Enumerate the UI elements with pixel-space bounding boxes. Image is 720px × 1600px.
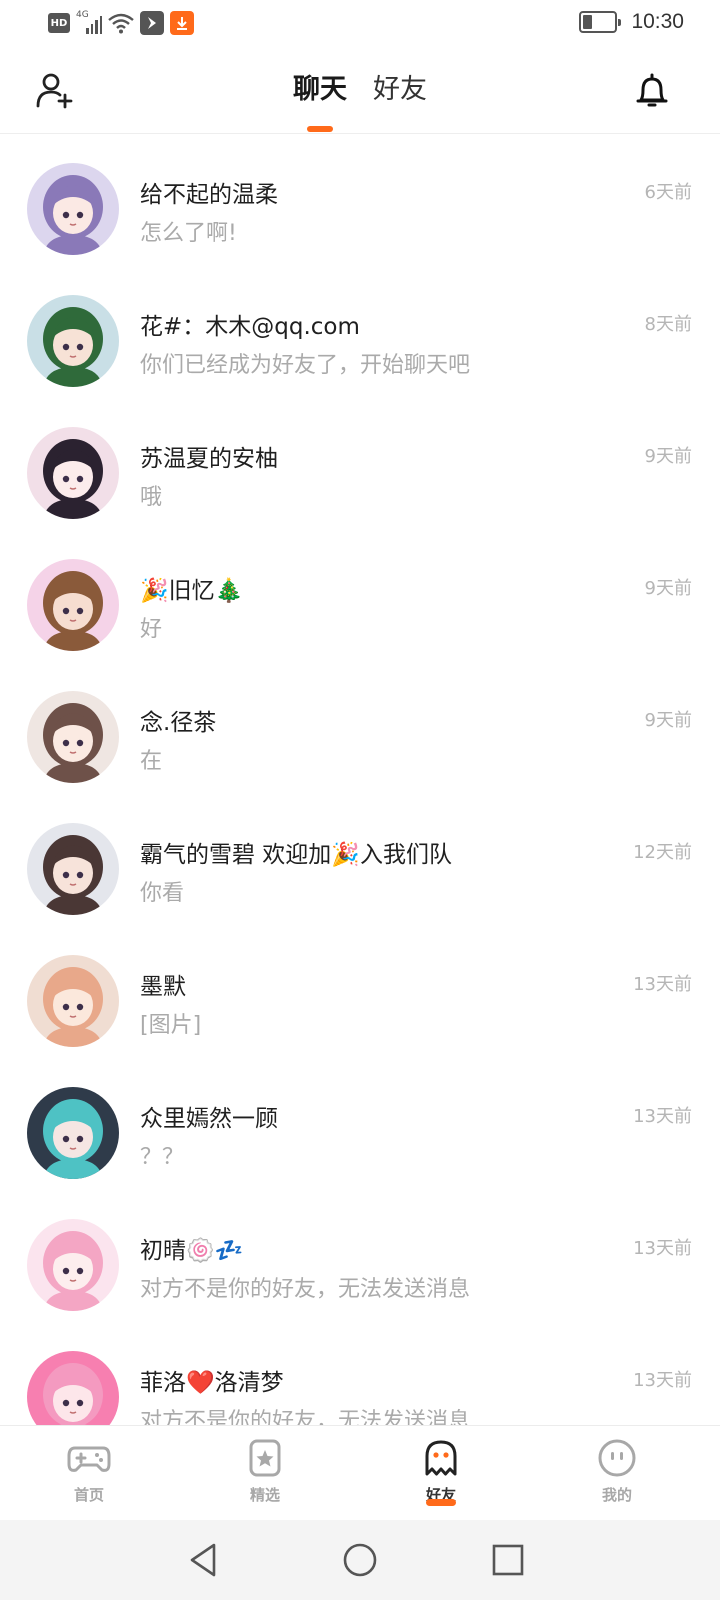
battery-icon (579, 11, 622, 33)
signal-icon: 4G (76, 10, 102, 34)
download-icon (170, 11, 194, 35)
chat-list: 给不起的温柔 怎么了啊! 6天前 花#：木木@qq.com 你们已经成为好友了，… (0, 135, 720, 1425)
nav-home-label: 首页 (73, 1486, 104, 1504)
chat-time: 13天前 (633, 974, 692, 995)
chat-time: 12天前 (633, 842, 692, 863)
chat-row[interactable]: 花#：木木@qq.com 你们已经成为好友了，开始聊天吧 8天前 (0, 267, 720, 399)
chat-row[interactable]: 给不起的温柔 怎么了啊! 6天前 (0, 135, 720, 267)
nav-home[interactable]: 首页 (44, 1438, 134, 1505)
chat-row[interactable]: 🎉旧忆🎄 好 9天前 (0, 531, 720, 663)
tab-bar: 聊天 好友 (0, 70, 720, 132)
chat-row[interactable]: 念.径茶 在 9天前 (0, 663, 720, 795)
chat-time: 9天前 (644, 446, 692, 467)
home-icon[interactable] (340, 1540, 380, 1580)
ghost-icon (425, 1440, 457, 1476)
chat-preview: 好 (140, 617, 163, 642)
avatar[interactable] (27, 559, 119, 651)
nav-featured[interactable]: 精选 (220, 1438, 310, 1505)
tab-indicator (307, 126, 333, 132)
avatar[interactable] (27, 427, 119, 519)
nav-friends[interactable]: 好友 (396, 1438, 486, 1506)
nav-active-indicator (426, 1499, 456, 1506)
chat-preview: 你们已经成为好友了，开始聊天吧 (140, 353, 471, 378)
chat-row[interactable]: 苏温夏的安柚 哦 9天前 (0, 399, 720, 531)
chat-name: 给不起的温柔 (140, 182, 278, 208)
chat-preview: 在 (140, 749, 163, 774)
chat-preview: 怎么了啊! (140, 221, 237, 246)
chat-row[interactable]: 初晴🍥💤 对方不是你的好友，无法发送消息 13天前 (0, 1191, 720, 1323)
bell-icon[interactable] (632, 70, 672, 110)
tab-chat-label: 聊天 (293, 74, 347, 105)
app-header: 聊天 好友 (0, 52, 720, 134)
status-right: 10:30 (579, 10, 684, 34)
back-icon[interactable] (184, 1540, 224, 1580)
chat-preview: 哦 (140, 485, 163, 510)
star-icon (249, 1439, 281, 1477)
tab-friends[interactable]: 好友 (373, 70, 427, 110)
hd-badge: HD (48, 13, 70, 33)
chat-name: 花#：木木@qq.com (140, 314, 360, 340)
avatar[interactable] (27, 955, 119, 1047)
chat-row[interactable]: 墨默 [图片] 13天前 (0, 927, 720, 1059)
chat-name: 霸气的雪碧 欢迎加🎉入我们队 (140, 842, 452, 868)
chat-row[interactable]: 菲洛❤️洛清梦 对方不是你的好友，无法发送消息 13天前 (0, 1323, 720, 1425)
chat-preview: 对方不是你的好友，无法发送消息 (140, 1409, 471, 1425)
avatar[interactable] (27, 1351, 119, 1425)
bottom-nav: 首页 精选 好友 我的 (0, 1425, 720, 1520)
tab-chat[interactable]: 聊天 (293, 70, 347, 132)
chat-time: 9天前 (644, 578, 692, 599)
chat-preview: 对方不是你的好友，无法发送消息 (140, 1277, 471, 1302)
chat-time: 8天前 (644, 314, 692, 335)
chat-preview: ？？ (140, 1145, 185, 1170)
avatar[interactable] (27, 691, 119, 783)
network-type: 4G (76, 10, 89, 20)
chat-name: 念.径茶 (140, 710, 217, 736)
chat-time: 13天前 (633, 1106, 692, 1127)
recents-icon[interactable] (488, 1540, 528, 1580)
chat-time: 13天前 (633, 1238, 692, 1259)
nav-mine-label: 我的 (601, 1486, 632, 1504)
tab-friends-label: 好友 (373, 74, 427, 105)
battery-level (583, 15, 593, 29)
face-icon (598, 1439, 636, 1477)
avatar[interactable] (27, 163, 119, 255)
chat-row[interactable]: 霸气的雪碧 欢迎加🎉入我们队 你看 12天前 (0, 795, 720, 927)
nav-featured-label: 精选 (249, 1486, 280, 1504)
avatar[interactable] (27, 823, 119, 915)
chat-row[interactable]: 众里嫣然一顾 ？？ 13天前 (0, 1059, 720, 1191)
avatar[interactable] (27, 1087, 119, 1179)
chat-time: 13天前 (633, 1370, 692, 1391)
clock: 10:30 (631, 10, 684, 33)
status-bar: HD 4G 10:30 (0, 0, 720, 50)
chat-time: 6天前 (644, 182, 692, 203)
status-left: HD 4G (48, 10, 194, 35)
chat-name: 菲洛❤️洛清梦 (140, 1370, 284, 1396)
gamepad-icon (67, 1446, 111, 1472)
nav-mine[interactable]: 我的 (572, 1438, 662, 1505)
chat-preview: [图片] (140, 1013, 202, 1038)
avatar[interactable] (27, 295, 119, 387)
wifi-icon (108, 13, 134, 34)
chat-name: 苏温夏的安柚 (140, 446, 278, 472)
chat-preview: 你看 (140, 881, 185, 906)
chat-name: 🎉旧忆🎄 (140, 578, 244, 604)
chat-name: 众里嫣然一顾 (140, 1106, 278, 1132)
chat-name: 初晴🍥💤 (140, 1238, 244, 1264)
system-nav-bar (0, 1520, 720, 1600)
app-notification-icon (140, 11, 164, 35)
chat-name: 墨默 (140, 974, 186, 1000)
avatar[interactable] (27, 1219, 119, 1311)
chat-time: 9天前 (644, 710, 692, 731)
